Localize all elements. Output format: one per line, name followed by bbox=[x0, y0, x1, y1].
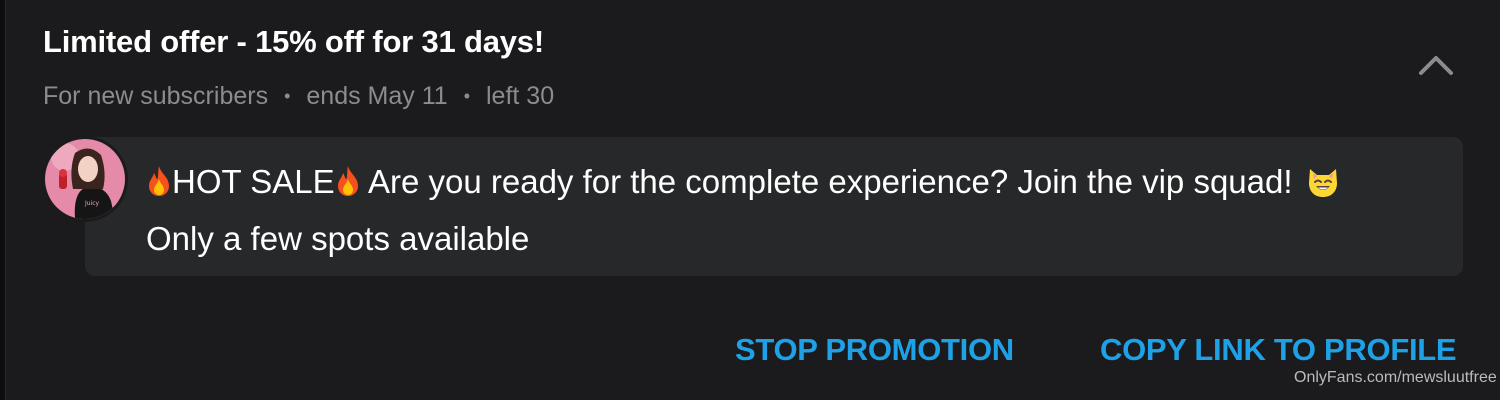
stop-promotion-button[interactable]: STOP PROMOTION bbox=[735, 332, 1014, 368]
meta-separator: • bbox=[463, 86, 470, 106]
left-border bbox=[0, 0, 6, 400]
offer-meta: For new subscribers • ends May 11 • left… bbox=[43, 82, 554, 111]
avatar[interactable]: Juicy bbox=[42, 136, 128, 222]
chevron-up-icon bbox=[1419, 56, 1453, 75]
hot-sale-label: HOT SALE bbox=[172, 163, 335, 200]
fire-emoji-icon bbox=[337, 166, 358, 196]
meta-separator: • bbox=[284, 86, 291, 106]
copy-link-to-profile-button[interactable]: COPY LINK TO PROFILE bbox=[1100, 332, 1457, 368]
watermark: OnlyFans.com/mewsluutfree bbox=[1294, 369, 1497, 386]
offer-end-date: ends May 11 bbox=[306, 82, 448, 110]
smiling-cat-emoji-icon bbox=[1308, 169, 1337, 197]
offer-remaining: left 30 bbox=[486, 82, 555, 110]
svg-text:Juicy: Juicy bbox=[84, 200, 100, 207]
fire-emoji-icon bbox=[149, 166, 169, 196]
collapse-button[interactable] bbox=[1410, 42, 1462, 88]
message-text-part1: Are you ready for the complete experienc… bbox=[360, 163, 1302, 200]
message-text-part2: Only a few spots available bbox=[146, 220, 530, 257]
avatar-image: Juicy bbox=[45, 139, 125, 219]
offer-title: Limited offer - 15% off for 31 days! bbox=[43, 24, 544, 59]
promo-message-text: HOT SALE Are you ready for the complete … bbox=[146, 153, 1416, 267]
offer-audience: For new subscribers bbox=[43, 82, 269, 110]
